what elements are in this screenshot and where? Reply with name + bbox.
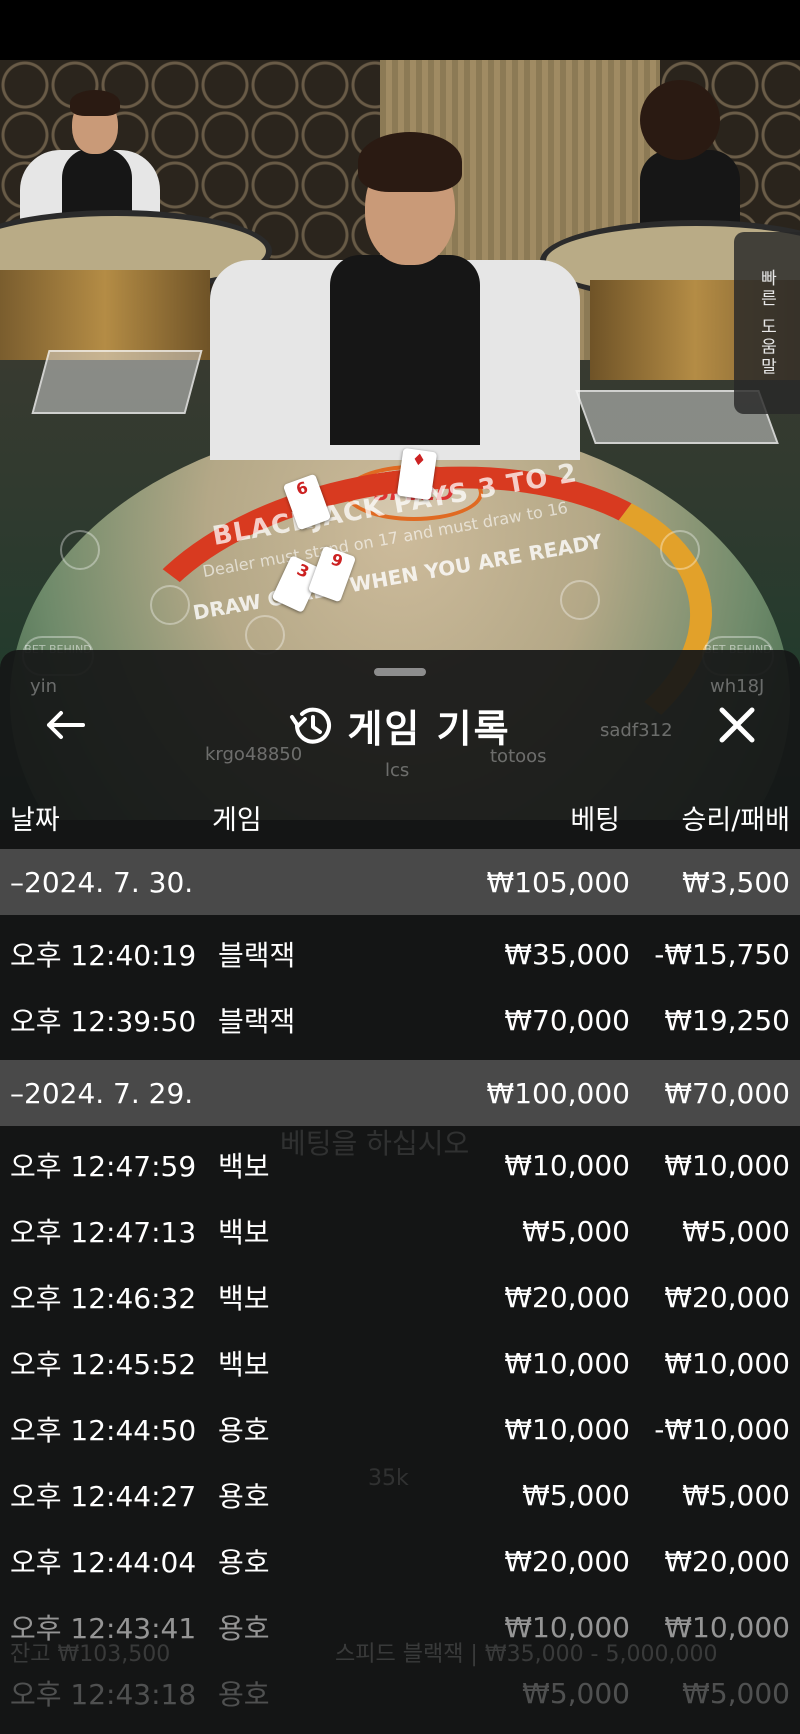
row-game: 용호 (218, 1546, 270, 1579)
bet-spot (660, 530, 700, 570)
row-time: 오후 12:39:50 (10, 1005, 197, 1038)
history-row[interactable]: 오후 12:44:50 용호 ₩10,000 -₩10,000 (0, 1396, 800, 1462)
balance-label: 잔고 ₩103,500 (10, 1642, 171, 1667)
row-game: 용호 (218, 1480, 270, 1513)
row-bet: ₩70,000 (504, 1003, 630, 1037)
date-group-row[interactable]: –2024. 7. 29. ₩100,000 ₩70,000 (0, 1060, 800, 1126)
row-winloss: -₩10,000 (654, 1412, 790, 1446)
history-row[interactable]: 오후 12:44:04 용호 ₩20,000 ₩20,000 (0, 1528, 800, 1594)
history-row[interactable]: 오후 12:43:18 용호 ₩5,000 ₩5,000 (0, 1660, 800, 1726)
back-button[interactable] (40, 702, 90, 748)
row-bet: ₩5,000 (522, 1676, 630, 1710)
row-time: 오후 12:45:52 (10, 1348, 197, 1381)
row-bet: ₩10,000 (504, 1346, 630, 1380)
page-title: 게임 기록 (347, 707, 511, 751)
bet-spot (150, 585, 190, 625)
row-winloss: ₩20,000 (664, 1280, 790, 1314)
row-game: 백보 (218, 1150, 270, 1183)
column-header-bet: 베팅 (570, 805, 620, 836)
row-game: 백보 (218, 1348, 270, 1381)
group-bet-total: ₩105,000 (486, 865, 630, 899)
row-winloss: ₩19,250 (664, 1003, 790, 1037)
drag-handle[interactable] (374, 668, 426, 676)
quick-help-label: 빠른 도움말 (756, 268, 777, 378)
seat-name: totoos (490, 746, 547, 767)
row-winloss: ₩10,000 (664, 1346, 790, 1380)
row-winloss: ₩5,000 (682, 1478, 790, 1512)
row-winloss: ₩10,000 (664, 1148, 790, 1182)
row-winloss: -₩15,750 (654, 937, 790, 971)
history-row[interactable]: 오후 12:40:19 블랙잭 ₩35,000 -₩15,750 (0, 921, 800, 987)
card-shoe-left (31, 350, 203, 414)
group-winloss-total: ₩70,000 (664, 1076, 790, 1110)
seat-name: krgo48850 (205, 744, 303, 765)
row-bet: ₩5,000 (522, 1214, 630, 1248)
group-date: –2024. 7. 30. (10, 865, 194, 899)
seat-name: sadf312 (600, 720, 673, 741)
row-game: 용호 (218, 1612, 270, 1645)
arrow-left-icon (47, 711, 85, 739)
column-header-winloss: 승리/패배 (681, 805, 790, 836)
seat-name: lcs (385, 760, 410, 781)
row-time: 오후 12:47:13 (10, 1216, 197, 1249)
row-winloss: ₩20,000 (664, 1544, 790, 1578)
bet-prompt: 베팅을 하십시오 (280, 1127, 470, 1160)
row-bet: ₩20,000 (504, 1280, 630, 1314)
row-time: 오후 12:43:18 (10, 1678, 197, 1711)
row-time: 오후 12:44:50 (10, 1414, 197, 1447)
bet-spot (245, 615, 285, 655)
group-date: –2024. 7. 29. (10, 1076, 194, 1110)
playing-card: ♦ (396, 447, 438, 501)
gold-base-left (0, 270, 210, 360)
row-time: 오후 12:44:27 (10, 1480, 197, 1513)
history-row[interactable]: 오후 12:45:52 백보 ₩10,000 ₩10,000 (0, 1330, 800, 1396)
row-bet: ₩10,000 (504, 1148, 630, 1182)
bet-spot (60, 530, 100, 570)
column-header-date: 날짜 (10, 805, 60, 836)
seat-name: yin (30, 676, 58, 697)
row-game: 블랙잭 (218, 1005, 296, 1038)
row-bet: ₩35,000 (504, 937, 630, 971)
row-game: 용호 (218, 1414, 270, 1447)
row-game: 백보 (218, 1282, 270, 1315)
row-time: 오후 12:44:04 (10, 1546, 197, 1579)
row-winloss: ₩5,000 (682, 1676, 790, 1710)
column-header-game: 게임 (212, 805, 262, 836)
row-game: 용호 (218, 1678, 270, 1711)
row-time: 오후 12:46:32 (10, 1282, 197, 1315)
history-icon (290, 707, 332, 744)
game-footer: 스피드 블랙잭 | ₩35,000 - 5,000,000 (335, 1642, 718, 1667)
row-bet: ₩5,000 (522, 1478, 630, 1512)
history-row[interactable]: 오후 12:47:13 백보 ₩5,000 ₩5,000 (0, 1198, 800, 1264)
row-bet: ₩10,000 (504, 1412, 630, 1446)
game-history-sheet: 게임 기록 날짜 게임 베팅 승리/패배 –2024. 7. 30. ₩105,… (0, 650, 800, 1734)
history-row[interactable]: 오후 12:46:32 백보 ₩20,000 ₩20,000 (0, 1264, 800, 1330)
history-row[interactable]: 오후 12:39:50 블랙잭 ₩70,000 ₩19,250 (0, 987, 800, 1053)
bet-spot (560, 580, 600, 620)
row-bet: ₩20,000 (504, 1544, 630, 1578)
row-time: 오후 12:47:59 (10, 1150, 197, 1183)
group-winloss-total: ₩3,500 (682, 865, 790, 899)
quick-help-tab[interactable]: 빠른 도움말 (734, 232, 800, 414)
row-winloss: ₩5,000 (682, 1214, 790, 1248)
date-group-row[interactable]: –2024. 7. 30. ₩105,000 ₩3,500 (0, 849, 800, 915)
close-button[interactable] (712, 702, 762, 748)
chip-value: 35k (368, 1466, 409, 1491)
row-game: 블랙잭 (218, 939, 296, 972)
row-game: 백보 (218, 1216, 270, 1249)
row-time: 오후 12:40:19 (10, 939, 197, 972)
close-icon (719, 707, 755, 743)
seat-name: wh18J (710, 676, 765, 697)
group-bet-total: ₩100,000 (486, 1076, 630, 1110)
